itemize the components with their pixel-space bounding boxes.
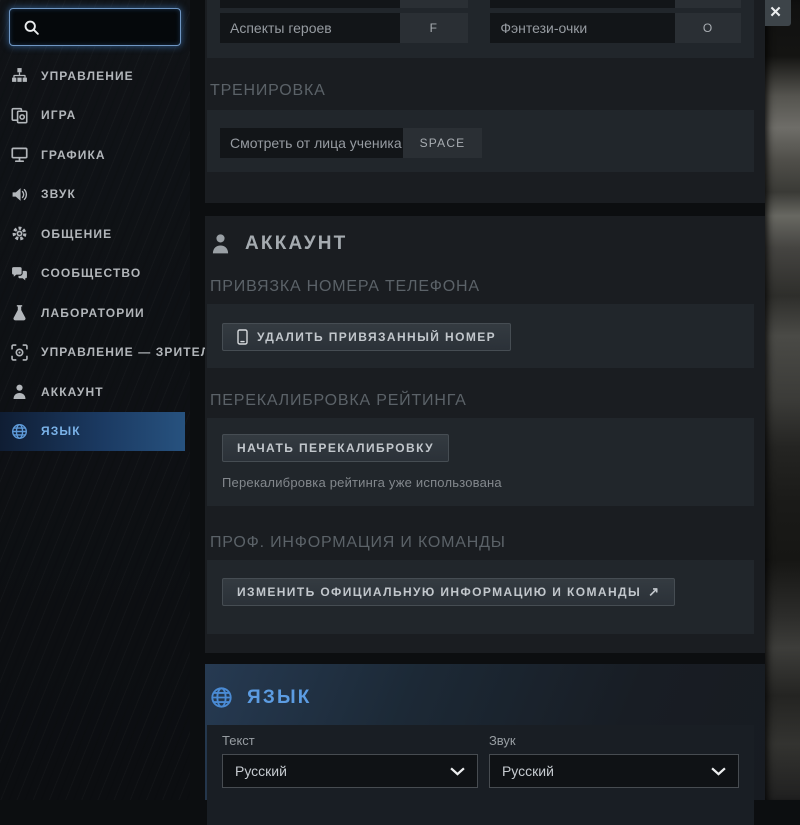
settings-sidebar: УПРАВЛЕНИЕ ИГРА	[0, 0, 190, 800]
sidebar-item-label: ГРАФИКА	[41, 148, 106, 162]
chevron-down-icon	[450, 767, 465, 776]
chat-bubbles-icon	[11, 265, 28, 282]
account-panel: АККАУНТ ПРИВЯЗКА НОМЕРА ТЕЛЕФОНА УДАЛИТЬ…	[205, 216, 765, 653]
sidebar-item-game[interactable]: ИГРА	[0, 96, 185, 136]
hotkeys-training-panel: Аспекты героев F Фэнтези-очки O ТРЕНИРОВ…	[205, 0, 765, 203]
monitor-icon	[11, 146, 28, 163]
spectator-eye-icon	[11, 344, 28, 361]
sidebar-item-label: ЗВУК	[41, 187, 76, 201]
start-recalibration-button-label: НАЧАТЬ ПЕРЕКАЛИБРОВКУ	[237, 441, 434, 455]
sidebar-nav: УПРАВЛЕНИЕ ИГРА	[0, 56, 190, 451]
hotkey-label-hero-aspects: Аспекты героев	[220, 13, 400, 43]
hotkey-label	[220, 0, 400, 8]
column-spacer	[468, 13, 491, 43]
language-box: Текст Русский Звук Русский	[207, 725, 754, 825]
hotkey-label	[490, 0, 675, 8]
section-heading-recalibration: ПЕРЕКАЛИБРОВКА РЕЙТИНГА	[210, 392, 467, 410]
sidebar-item-communication[interactable]: ОБЩЕНИЕ	[0, 214, 185, 254]
sidebar-item-label: СООБЩЕСТВО	[41, 266, 141, 280]
sidebar-item-label: УПРАВЛЕНИЕ — ЗРИТЕЛЬ	[41, 345, 220, 359]
external-link-icon: ↗	[648, 584, 660, 600]
audio-language-label: Звук	[489, 733, 739, 748]
globe-icon	[210, 686, 233, 709]
language-panel: ЯЗЫК Текст Русский Звук Русский	[205, 664, 765, 800]
gear-icon	[11, 225, 28, 242]
background-game-art	[765, 0, 800, 800]
account-header: АККАУНТ	[210, 232, 347, 255]
remove-phone-button[interactable]: УДАЛИТЬ ПРИВЯЗАННЫЙ НОМЕР	[222, 323, 511, 351]
person-icon	[210, 232, 231, 255]
sidebar-item-controls[interactable]: УПРАВЛЕНИЕ	[0, 56, 185, 96]
sitemap-icon	[11, 67, 28, 84]
hotkey-label-student-perspective: Смотреть от лица ученика	[220, 128, 403, 158]
sidebar-item-labs[interactable]: ЛАБОРАТОРИИ	[0, 293, 185, 333]
pro-info-box: ИЗМЕНИТЬ ОФИЦИАЛЬНУЮ ИНФОРМАЦИЮ И КОМАНД…	[207, 560, 754, 634]
hotkey-key-button[interactable]	[400, 0, 468, 8]
chevron-down-icon	[711, 767, 726, 776]
hotkey-row: Смотреть от лица ученика SPACE	[220, 128, 741, 158]
sidebar-item-label: ЯЗЫК	[41, 424, 81, 438]
hotkey-key-button[interactable]: SPACE	[403, 128, 482, 158]
sidebar-item-label: АККАУНТ	[41, 385, 104, 399]
text-language-field: Текст Русский	[222, 733, 478, 825]
audio-language-dropdown[interactable]: Русский	[489, 754, 739, 788]
text-language-label: Текст	[222, 733, 478, 748]
recalibration-box: НАЧАТЬ ПЕРЕКАЛИБРОВКУ Перекалибровка рей…	[207, 418, 754, 506]
audio-language-field: Звук Русский	[489, 733, 739, 825]
sidebar-item-community[interactable]: СООБЩЕСТВО	[0, 254, 185, 294]
game-windows-icon	[11, 107, 28, 124]
hotkey-label-fantasy-points: Фэнтези-очки	[490, 13, 675, 43]
language-header: ЯЗЫК	[210, 686, 312, 709]
recalibration-note: Перекалибровка рейтинга уже использована	[222, 475, 739, 490]
sidebar-item-label: УПРАВЛЕНИЕ	[41, 69, 134, 83]
training-box: Смотреть от лица ученика SPACE	[207, 110, 754, 172]
edit-pro-info-button[interactable]: ИЗМЕНИТЬ ОФИЦИАЛЬНУЮ ИНФОРМАЦИЮ И КОМАНД…	[222, 578, 675, 606]
remove-phone-button-label: УДАЛИТЬ ПРИВЯЗАННЫЙ НОМЕР	[257, 330, 496, 344]
globe-icon	[11, 423, 28, 440]
section-heading-pro-info: ПРОФ. ИНФОРМАЦИЯ И КОМАНДЫ	[210, 534, 506, 552]
hotkey-key-button[interactable]: F	[400, 13, 468, 43]
section-heading-phone: ПРИВЯЗКА НОМЕРА ТЕЛЕФОНА	[210, 278, 480, 296]
hotkey-row-partial	[220, 0, 741, 8]
settings-window: УПРАВЛЕНИЕ ИГРА	[0, 0, 800, 800]
sidebar-item-graphics[interactable]: ГРАФИКА	[0, 135, 185, 175]
start-recalibration-button[interactable]: НАЧАТЬ ПЕРЕКАЛИБРОВКУ	[222, 434, 449, 462]
phone-box: УДАЛИТЬ ПРИВЯЗАННЫЙ НОМЕР	[207, 304, 754, 368]
search-input[interactable]	[48, 8, 180, 46]
sidebar-item-account[interactable]: АККАУНТ	[0, 372, 185, 412]
close-icon: ✕	[769, 4, 782, 21]
language-title: ЯЗЫК	[247, 687, 312, 709]
speaker-icon	[11, 186, 28, 203]
sidebar-item-language[interactable]: ЯЗЫК	[0, 412, 185, 452]
settings-search-box	[9, 8, 181, 46]
sidebar-item-label: ОБЩЕНИЕ	[41, 227, 112, 241]
text-language-value: Русский	[235, 763, 450, 779]
hotkey-row: Аспекты героев F Фэнтези-очки O	[220, 13, 741, 43]
hotkeys-box: Аспекты героев F Фэнтези-очки O	[207, 0, 754, 58]
hotkey-key-button[interactable]	[675, 0, 741, 8]
search-icon	[23, 19, 40, 36]
section-heading-training: ТРЕНИРОВКА	[210, 82, 326, 100]
edit-pro-info-button-label: ИЗМЕНИТЬ ОФИЦИАЛЬНУЮ ИНФОРМАЦИЮ И КОМАНД…	[237, 585, 641, 599]
person-icon	[11, 383, 28, 400]
text-language-dropdown[interactable]: Русский	[222, 754, 478, 788]
hotkey-key-button[interactable]: O	[675, 13, 741, 43]
sidebar-item-spectator-controls[interactable]: УПРАВЛЕНИЕ — ЗРИТЕЛЬ	[0, 333, 185, 373]
account-title: АККАУНТ	[245, 233, 347, 255]
sidebar-item-audio[interactable]: ЗВУК	[0, 175, 185, 215]
sidebar-item-label: ИГРА	[41, 108, 76, 122]
sidebar-item-label: ЛАБОРАТОРИИ	[41, 306, 145, 320]
audio-language-value: Русский	[502, 763, 711, 779]
flask-icon	[11, 304, 28, 321]
column-spacer	[468, 0, 491, 8]
phone-icon	[237, 329, 248, 345]
